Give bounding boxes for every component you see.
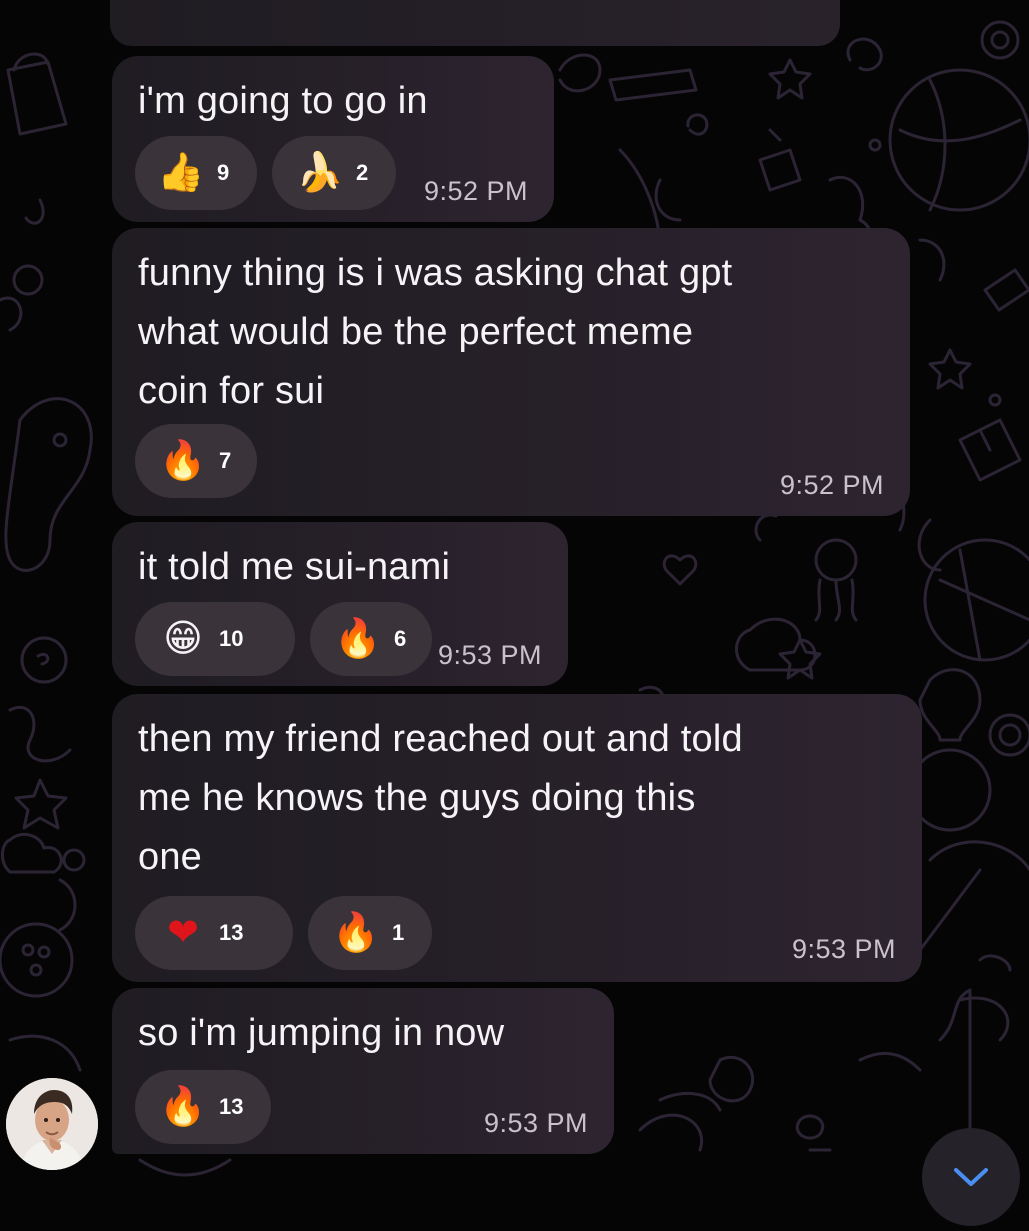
banana-icon: 🍌 <box>296 152 344 194</box>
reaction-fire[interactable]: 🔥 1 <box>308 896 432 970</box>
reaction-count: 9 <box>217 160 230 185</box>
heart-icon: ❤ <box>167 912 199 954</box>
grinning-face-icon: 😁 <box>163 618 203 660</box>
thumbs-up-icon: 👍 <box>157 152 205 194</box>
message-timestamp: 9:53 PM <box>791 934 896 964</box>
reaction-heart[interactable]: ❤ 13 <box>135 896 293 970</box>
message-text: it told me sui-nami <box>138 546 451 588</box>
message-timestamp: 9:52 PM <box>423 176 528 206</box>
reaction-banana[interactable]: 🍌 2 <box>272 136 396 210</box>
reaction-thumbs-up[interactable]: 👍 9 <box>135 136 257 210</box>
message-bubble[interactable]: it told me sui-nami 😁 10 🔥 6 9:53 PM <box>112 522 568 686</box>
message-text: i'm going to go in <box>138 80 428 122</box>
reactions-row: 👍 9 🍌 2 <box>135 136 396 210</box>
reactions-row: ❤ 13 🔥 1 <box>135 896 432 970</box>
reaction-count: 2 <box>356 160 369 185</box>
reaction-count: 13 <box>219 920 244 945</box>
reaction-count: 7 <box>219 448 232 473</box>
reaction-count: 1 <box>392 920 405 945</box>
previous-message-bubble-edge <box>110 0 840 46</box>
reaction-count: 10 <box>219 626 244 651</box>
message-timestamp: 9:52 PM <box>779 470 884 500</box>
message-text: funny thing is i was asking chat gpt wha… <box>138 252 733 412</box>
fire-icon: 🔥 <box>334 618 382 660</box>
fire-icon: 🔥 <box>159 440 207 482</box>
reaction-grinning-face[interactable]: 😁 10 <box>135 602 295 676</box>
message-text: then my friend reached out and told me h… <box>138 718 743 878</box>
fire-icon: 🔥 <box>332 912 380 954</box>
reactions-row: 😁 10 🔥 6 <box>135 602 432 676</box>
message-bubble[interactable]: then my friend reached out and told me h… <box>112 694 922 982</box>
message-timestamp: 9:53 PM <box>483 1108 588 1138</box>
reactions-row: 🔥 7 <box>135 424 257 498</box>
message-bubble[interactable]: so i'm jumping in now 🔥 13 9:53 PM <box>112 988 614 1154</box>
message-timestamp: 9:53 PM <box>437 640 542 670</box>
reaction-count: 6 <box>394 626 407 651</box>
message-bubble[interactable]: i'm going to go in 👍 9 🍌 2 9:52 PM <box>112 56 554 222</box>
avatar-portrait-icon <box>6 1078 98 1170</box>
message-bubble[interactable]: funny thing is i was asking chat gpt wha… <box>112 228 910 516</box>
sender-avatar[interactable] <box>6 1078 98 1170</box>
scroll-to-bottom-button[interactable] <box>922 1128 1020 1226</box>
reaction-fire[interactable]: 🔥 7 <box>135 424 257 498</box>
message-text: so i'm jumping in now <box>138 1012 505 1054</box>
reaction-fire[interactable]: 🔥 13 <box>135 1070 271 1144</box>
reaction-fire[interactable]: 🔥 6 <box>310 602 432 676</box>
reactions-row: 🔥 13 <box>135 1070 271 1144</box>
fire-icon: 🔥 <box>159 1086 207 1128</box>
chevron-down-icon <box>954 1168 988 1186</box>
reaction-count: 13 <box>219 1094 244 1119</box>
